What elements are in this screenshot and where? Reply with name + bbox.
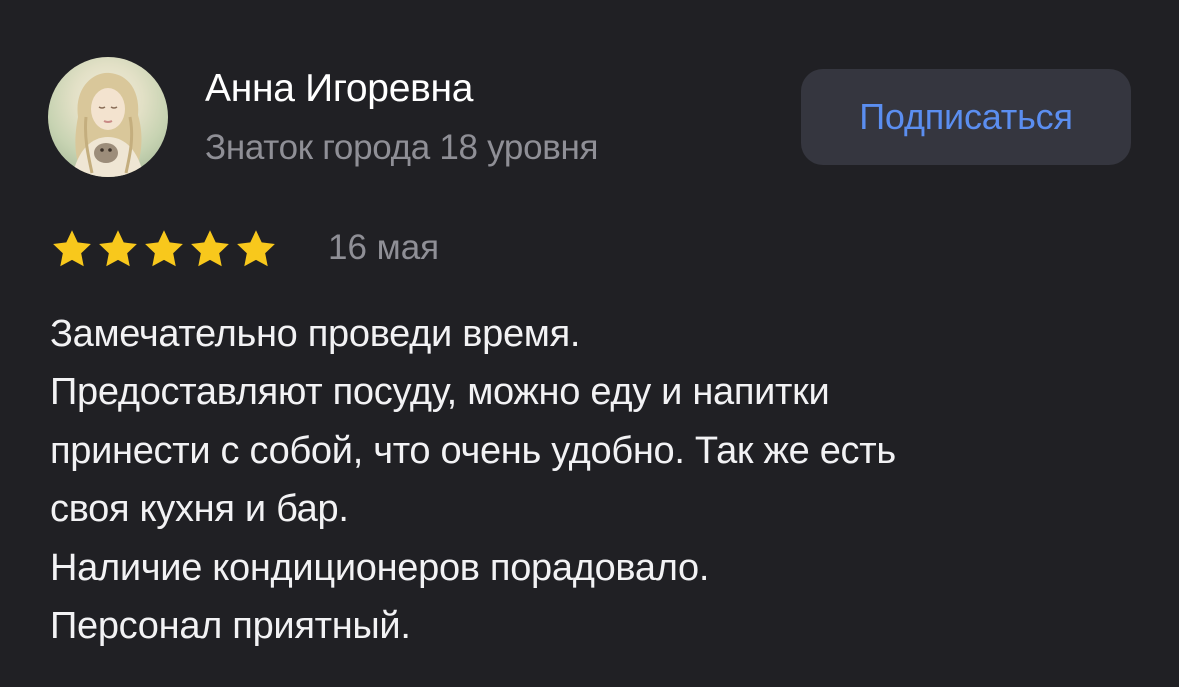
author-level: Знаток города 18 уровня [205, 128, 599, 167]
author-name[interactable]: Анна Игоревна [205, 66, 473, 112]
author-avatar[interactable] [48, 57, 168, 177]
subscribe-button[interactable]: Подписаться [801, 69, 1131, 165]
review-card: Анна Игоревна Знаток города 18 уровня По… [0, 0, 1179, 687]
avatar-portrait-icon [72, 72, 144, 177]
star-icon [237, 230, 275, 267]
star-icon [99, 230, 137, 267]
review-text-line: Персонал приятный. [50, 605, 411, 648]
review-date: 16 мая [328, 228, 440, 267]
star-icon [145, 230, 183, 267]
star-icon [53, 230, 91, 267]
review-text-line: Наличие кондиционеров порадовало. [50, 546, 710, 589]
review-text-line: принести с собой, что очень удобно. Так … [50, 429, 896, 472]
review-text-line: Предоставляют посуду, можно еду и напитк… [50, 371, 830, 414]
review-text: Замечательно проведи время. Предоставляю… [50, 305, 1150, 655]
star-rating [50, 227, 278, 271]
star-icon [191, 230, 229, 267]
review-text-line: Замечательно проведи время. [50, 313, 581, 355]
review-text-line: своя кухня и бар. [50, 488, 349, 531]
